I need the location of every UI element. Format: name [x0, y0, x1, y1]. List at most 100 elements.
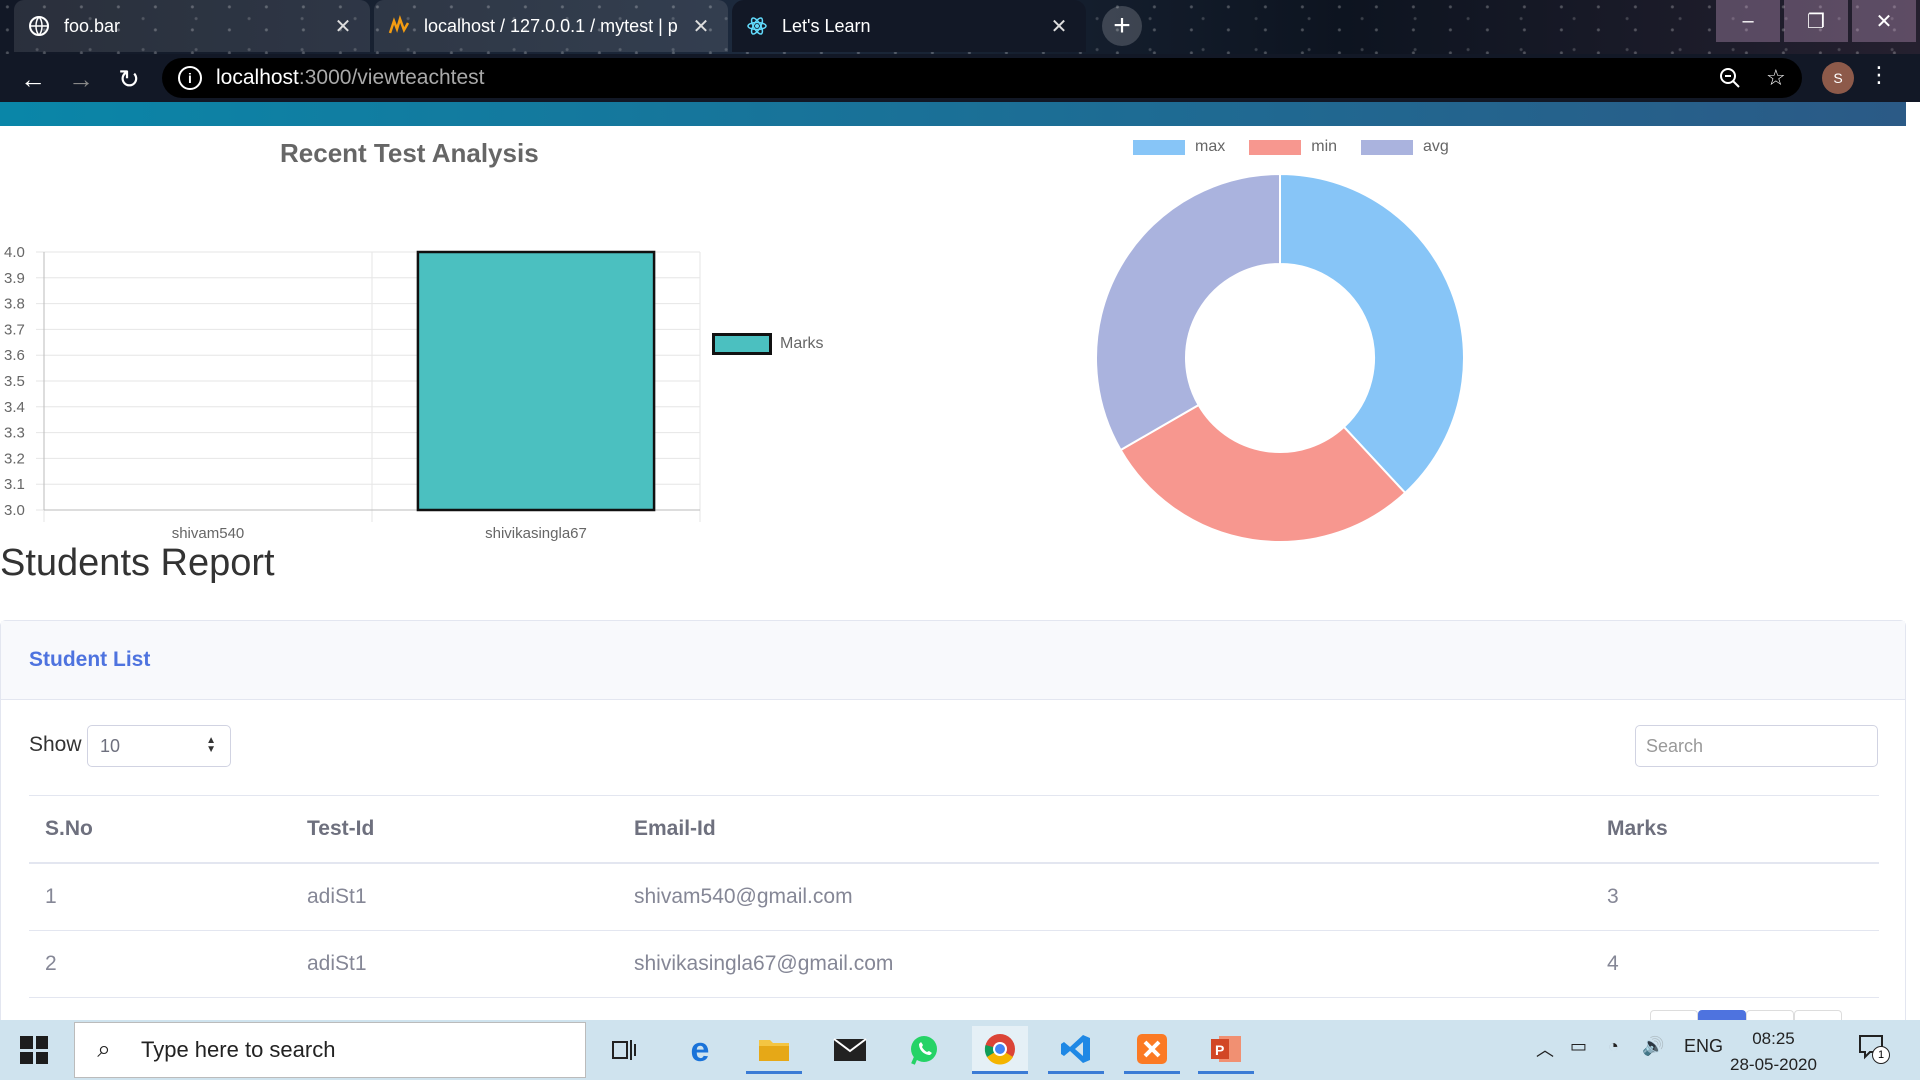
react-icon	[746, 15, 768, 37]
legend-item-max[interactable]: max	[1133, 138, 1225, 156]
search-input[interactable]	[1635, 725, 1878, 767]
taskbar-search-box[interactable]: ⌕ Type here to search	[74, 1022, 586, 1078]
xampp-icon[interactable]	[1124, 1026, 1180, 1074]
close-tab-icon[interactable]: ✕	[1046, 14, 1072, 39]
url-path: :3000/viewteachtest	[298, 66, 485, 89]
legend-swatch	[1249, 139, 1302, 155]
system-clock[interactable]: 08:25 28-05-2020	[1730, 1026, 1817, 1078]
y-tick-label: 3.4	[4, 399, 25, 416]
chrome-icon[interactable]	[972, 1026, 1028, 1074]
legend-label: max	[1195, 138, 1226, 155]
close-window-icon[interactable]: ✕	[1852, 0, 1916, 42]
donut-chart	[1095, 172, 1465, 543]
restore-icon[interactable]: ❐	[1784, 0, 1848, 42]
zoom-icon[interactable]	[1718, 58, 1742, 98]
header-stripe	[0, 102, 1906, 126]
bar-chart-legend[interactable]: Marks	[712, 333, 824, 355]
legend-swatch	[1133, 139, 1185, 155]
y-tick-label: 3.6	[4, 347, 25, 364]
slice-avg[interactable]	[1095, 172, 1281, 452]
cell-marks: 4	[1591, 930, 1879, 998]
legend-label: Marks	[780, 335, 824, 352]
tab-title: Let's Learn	[782, 15, 871, 36]
cell-test-id: adiSt1	[291, 930, 618, 998]
tab-foo-bar[interactable]: foo.bar ✕	[14, 0, 370, 52]
cell-email: shivam540@gmail.com	[618, 863, 1591, 931]
vscode-icon[interactable]	[1048, 1026, 1104, 1074]
page-title: Students Report	[0, 542, 275, 584]
windows-taskbar: ⌕ Type here to search e P ︿ ▭ ◔ 🔊 ENG 08…	[0, 1020, 1920, 1080]
bar-chart-title: Recent Test Analysis	[280, 138, 539, 168]
table-row: 1 adiSt1 shivam540@gmail.com 3	[29, 863, 1879, 931]
reload-icon[interactable]: ↻	[114, 64, 144, 94]
cell-test-id: adiSt1	[291, 863, 618, 931]
cell-sno: 1	[29, 863, 291, 931]
windows-start-icon[interactable]	[20, 1036, 48, 1064]
y-tick-label: 3.2	[4, 450, 25, 467]
page-size-select[interactable]: 10 ▲ ▼	[87, 725, 231, 767]
legend-swatch	[1361, 139, 1414, 155]
close-tab-icon[interactable]: ✕	[688, 14, 714, 39]
y-tick-label: 3.7	[4, 321, 25, 338]
notifications-icon[interactable]: 1	[1858, 1034, 1890, 1064]
bar-chart: 4.0 3.9 3.8 3.7 3.6 3.5 3.4 3.3 3.2 3.1 3.0 shivam5…	[4, 244, 701, 542]
forward-icon[interactable]: →	[66, 64, 96, 94]
powerpoint-icon[interactable]: P	[1198, 1026, 1254, 1074]
legend-swatch	[712, 333, 772, 355]
y-tick-label: 3.9	[4, 270, 25, 287]
mail-icon[interactable]	[822, 1026, 878, 1074]
clock-date: 28-05-2020	[1730, 1055, 1817, 1074]
table-header-row: S.No Test-Id Email-Id Marks	[29, 795, 1879, 864]
address-bar[interactable]: i localhost:3000/viewteachtest ☆	[162, 58, 1802, 98]
battery-icon[interactable]: ▭	[1570, 1036, 1587, 1057]
extensions-icon[interactable]: ⋮	[1868, 62, 1890, 88]
y-tick-label: 4.0	[4, 244, 25, 261]
slice-max[interactable]	[1279, 172, 1465, 495]
card-title: Student List	[29, 648, 151, 671]
tab-phpmyadmin[interactable]: localhost / 127.0.0.1 / mytest | p ✕	[374, 0, 728, 52]
globe-icon	[28, 15, 50, 37]
close-tab-icon[interactable]: ✕	[330, 14, 356, 39]
language-indicator[interactable]: ENG	[1684, 1036, 1723, 1057]
wifi-icon[interactable]: ◔	[1608, 1036, 1619, 1057]
show-hidden-icons-chevron-icon[interactable]: ︿	[1536, 1036, 1554, 1062]
file-explorer-icon[interactable]	[746, 1026, 802, 1074]
task-view-icon[interactable]	[596, 1026, 652, 1074]
tab-lets-learn[interactable]: Let's Learn ✕	[732, 0, 1086, 52]
card-header: Student List	[1, 621, 1905, 700]
legend-label: avg	[1423, 138, 1449, 155]
profile-avatar[interactable]: S	[1822, 62, 1854, 94]
edge-browser-icon[interactable]: e	[672, 1026, 728, 1074]
page-size-value: 10	[100, 735, 121, 756]
table-row: 2 adiSt1 shivikasingla67@gmail.com 4	[29, 930, 1879, 998]
bar-shivikasingla67[interactable]	[416, 250, 656, 512]
browser-toolbar: ← → ↻ i localhost:3000/viewteachtest ☆ S…	[0, 54, 1920, 102]
column-header-sno[interactable]: S.No	[29, 795, 291, 864]
site-info-icon[interactable]: i	[178, 66, 202, 90]
y-tick-label: 3.1	[4, 476, 25, 493]
y-tick-label: 3.8	[4, 296, 25, 313]
cell-marks: 3	[1591, 863, 1879, 931]
back-icon[interactable]: ←	[18, 64, 48, 94]
y-tick-label: 3.5	[4, 373, 25, 390]
y-tick-label: 3.3	[4, 425, 25, 442]
x-tick-label: shivam540	[172, 525, 245, 542]
bookmark-star-icon[interactable]: ☆	[1766, 58, 1786, 98]
donut-chart-legend: max min avg	[1133, 138, 1473, 156]
page-content: Recent Test Analysis 4.0 3.9 3.8 3.7 3.6 3.5 3…	[0, 102, 1920, 1020]
tab-title: localhost / 127.0.0.1 / mytest | p	[424, 15, 678, 36]
column-header-marks[interactable]: Marks	[1591, 795, 1879, 864]
student-table: S.No Test-Id Email-Id Marks 1 adiSt1 shi…	[29, 795, 1879, 998]
whatsapp-icon[interactable]	[896, 1026, 952, 1074]
legend-item-min[interactable]: min	[1249, 138, 1337, 156]
clock-time: 08:25	[1752, 1029, 1795, 1048]
column-header-test-id[interactable]: Test-Id	[291, 795, 618, 864]
volume-icon[interactable]: 🔊	[1642, 1036, 1664, 1057]
new-tab-button[interactable]: +	[1102, 6, 1142, 46]
student-list-card: Student List Show 10 ▲▼ S.No Test-Id Ema…	[0, 620, 1906, 1020]
minimize-icon[interactable]: –	[1716, 0, 1780, 42]
x-tick-label: shivikasingla67	[485, 525, 587, 542]
column-header-email-id[interactable]: Email-Id	[618, 795, 1591, 864]
legend-item-avg[interactable]: avg	[1361, 138, 1449, 156]
y-tick-label: 3.0	[4, 502, 25, 519]
